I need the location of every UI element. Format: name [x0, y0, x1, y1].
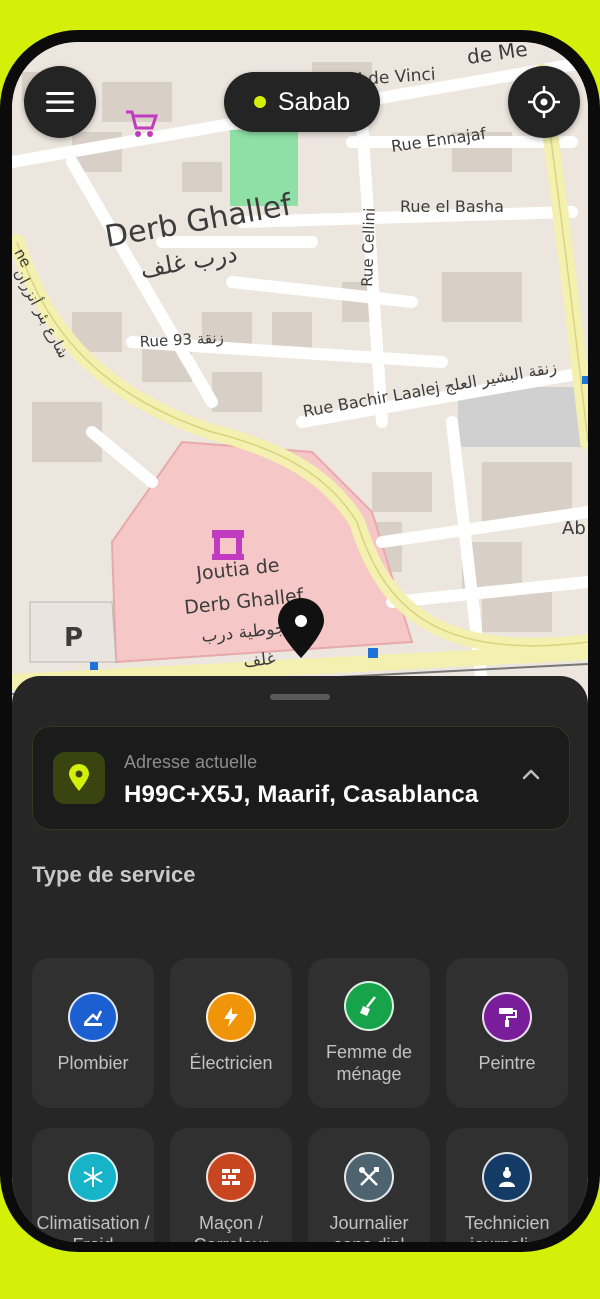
service-label: Journalier sans dipl: [329, 1213, 409, 1242]
chevron-up-icon[interactable]: [519, 767, 543, 783]
locate-me-button[interactable]: [508, 66, 580, 138]
service-type-title: Type de service: [32, 862, 196, 887]
tools-icon: [344, 1152, 394, 1202]
service-tile-technicien[interactable]: Technicien journalier: [446, 1128, 568, 1242]
menu-button[interactable]: [24, 66, 96, 138]
bottom-sheet: Adresse actuelle H99C+X5J, Maarif, Casab…: [12, 676, 588, 1242]
plumber-icon: [68, 992, 118, 1042]
technician-icon: [482, 1152, 532, 1202]
map-label-rue-cellini: Rue Cellini: [358, 207, 379, 287]
status-dot: [253, 96, 266, 108]
service-tile-plombier[interactable]: Plombier: [32, 958, 154, 1108]
address-caption: Adresse actuelle: [124, 752, 258, 772]
map-label-rue-basha: Rue el Basha: [400, 197, 504, 216]
snowflake-icon: [68, 1152, 118, 1202]
map-label-parking: P: [64, 623, 83, 653]
paint-roller-icon: [482, 992, 532, 1042]
hamburger-icon: [46, 92, 74, 112]
service-label: Électricien: [189, 1053, 273, 1073]
map-label-joutia-ar2: غلف: [242, 649, 276, 672]
map-pin-icon[interactable]: [276, 598, 326, 660]
location-pill-label: Sabab: [277, 87, 351, 116]
brick-wall-icon: [206, 1152, 256, 1202]
service-label: Peintre: [478, 1053, 536, 1073]
service-tile-femme-de-menage[interactable]: Femme de ménage: [308, 958, 430, 1108]
service-tile-macon[interactable]: Maçon / Carreleur: [170, 1128, 292, 1242]
service-label: Technicien journalier: [464, 1213, 550, 1242]
map-label-abd: Ab: [562, 518, 586, 539]
address-value: H99C+X5J, Maarif, Casablanca: [124, 781, 479, 808]
service-tile-peintre[interactable]: Peintre: [446, 958, 568, 1108]
service-label: Plombier: [57, 1053, 129, 1073]
electricity-icon: [206, 992, 256, 1042]
location-pill[interactable]: Sabab: [224, 72, 380, 132]
service-tile-climatisation[interactable]: Climatisation / Froid: [32, 1128, 154, 1242]
broom-icon: [344, 981, 394, 1031]
current-address-card[interactable]: Adresse actuelle H99C+X5J, Maarif, Casab…: [32, 726, 570, 830]
service-label: Climatisation / Froid: [36, 1213, 150, 1242]
service-tile-electricien[interactable]: Électricien: [170, 958, 292, 1108]
service-label: Femme de ménage: [325, 1042, 413, 1084]
app-screen: de Me Rue Léonard de Vinci Rue Ennajaf R…: [12, 42, 588, 1242]
crosshair-icon: [528, 86, 560, 118]
sheet-drag-handle[interactable]: [270, 694, 330, 700]
service-tile-journalier[interactable]: Journalier sans dipl: [308, 1128, 430, 1242]
service-label: Maçon / Carreleur: [193, 1213, 268, 1242]
location-marker-icon: [53, 752, 105, 804]
